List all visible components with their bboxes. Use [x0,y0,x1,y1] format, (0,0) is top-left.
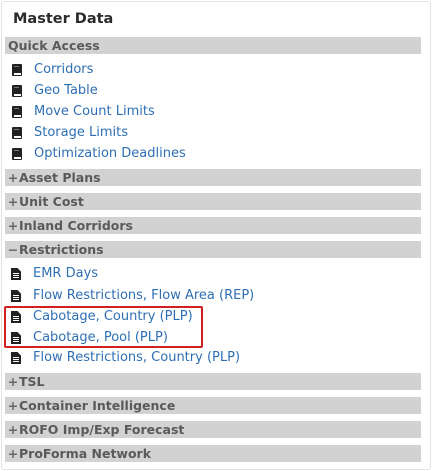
expand-icon: + [7,194,19,209]
item-label: Move Count Limits [34,104,155,119]
book-icon [12,127,22,139]
section-proforma-network[interactable]: +ProForma Network [5,445,421,462]
item-label: Corridors [34,62,94,77]
highlight-box [4,306,203,348]
book-icon [12,148,22,160]
section-quick-access: Quick Access [5,37,421,54]
panel-title: Master Data [13,11,114,27]
expand-icon: + [7,446,19,461]
section-label: Container Intelligence [19,398,176,413]
section-label: Restrictions [19,242,104,257]
item-label: Optimization Deadlines [34,146,186,161]
item-label: Flow Restrictions, Country (PLP) [33,350,241,365]
expand-icon: + [7,218,19,233]
expand-icon: + [7,398,19,413]
item-label: Flow Restrictions, Flow Area (REP) [33,288,255,303]
section-container-intelligence[interactable]: +Container Intelligence [5,397,421,414]
section-label: Inland Corridors [19,218,133,233]
section-tsl[interactable]: +TSL [5,373,421,390]
item-label: Geo Table [34,83,98,98]
section-inland-corridors[interactable]: +Inland Corridors [5,217,421,234]
book-icon [12,85,22,97]
section-label: ROFO Imp/Exp Forecast [19,422,185,437]
section-restrictions[interactable]: −Restrictions [5,241,421,258]
collapse-icon: − [7,242,19,257]
section-label: Asset Plans [19,170,101,185]
section-label: Unit Cost [19,194,84,209]
expand-icon: + [7,374,19,389]
section-asset-plans[interactable]: +Asset Plans [5,169,421,186]
book-icon [12,64,22,76]
expand-icon: + [7,170,19,185]
section-label: ProForma Network [19,446,152,461]
book-icon [12,106,22,118]
section-label: Quick Access [8,38,100,53]
section-unit-cost[interactable]: +Unit Cost [5,193,421,210]
item-label: Storage Limits [34,125,128,140]
item-label: EMR Days [33,266,99,281]
expand-icon: + [7,422,19,437]
section-label: TSL [19,374,45,389]
section-rofo-forecast[interactable]: +ROFO Imp/Exp Forecast [5,421,421,438]
